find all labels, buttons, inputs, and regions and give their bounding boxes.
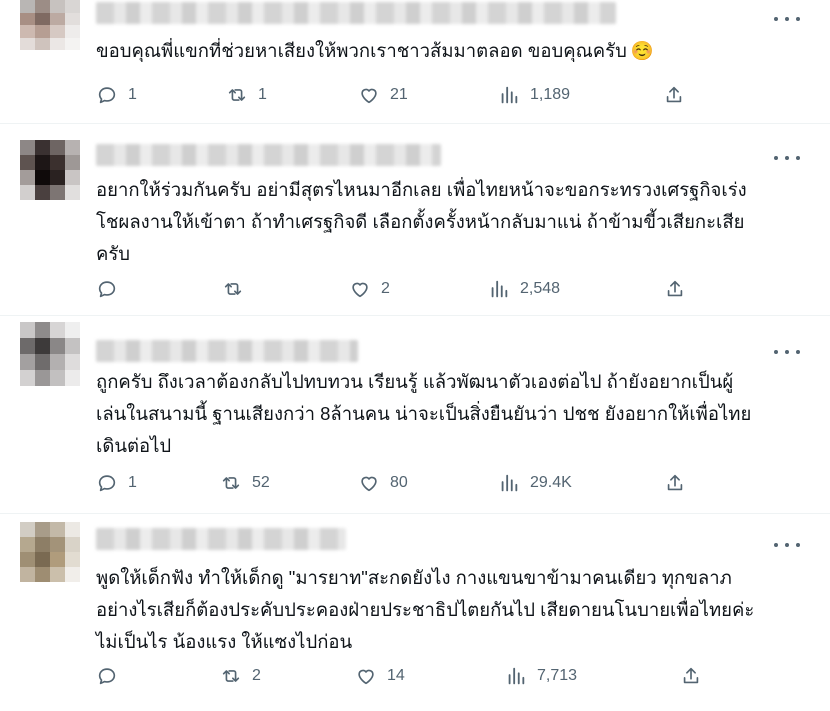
tweet-text: ขอบคุณพี่แขกที่ช่วยหาเสียงให้พวกเราชาวส้… (96, 35, 802, 67)
reply-feed: ขอบคุณพี่แขกที่ช่วยหาเสียงให้พวกเราชาวส้… (0, 0, 830, 711)
avatar[interactable] (20, 0, 80, 50)
tweet-actions: 1 1 21 1,189 (96, 83, 696, 107)
author-name-redacted (96, 2, 616, 24)
author-name-redacted (96, 340, 358, 362)
more-icon[interactable] (774, 153, 800, 163)
like-icon (352, 282, 368, 298)
reply-tweet[interactable]: ขอบคุณพี่แขกที่ช่วยหาเสียงให้พวกเราชาวส้… (0, 0, 830, 124)
views-icon (501, 474, 518, 492)
views-button[interactable]: 7,713 (505, 664, 577, 688)
reply-count: 1 (128, 86, 137, 103)
view-count: 7,713 (537, 667, 578, 684)
reply-icon (98, 475, 116, 492)
reply-icon (98, 668, 116, 685)
like-count: 80 (390, 474, 408, 491)
reply-button[interactable] (96, 277, 128, 301)
views-button[interactable]: 29.4K (498, 471, 572, 495)
like-icon (361, 88, 377, 104)
views-icon (508, 667, 525, 685)
like-icon (361, 476, 377, 492)
share-button[interactable] (664, 277, 686, 301)
like-button[interactable]: 21 (358, 83, 408, 107)
views-icon (491, 280, 508, 298)
reply-tweet[interactable]: พูดให้เด็กฟัง ทำให้เด็กดู "มารยาท"สะกดยั… (0, 514, 830, 711)
share-button[interactable] (664, 471, 686, 495)
share-button[interactable] (663, 83, 685, 107)
tweet-text: ถูกครับ ถึงเวลาต้องกลับไปทบทวน เรียนรู้ … (96, 371, 752, 456)
repost-button[interactable]: 2 (220, 664, 261, 688)
like-button[interactable]: 14 (355, 664, 405, 688)
tweet-actions: 2 14 7,713 (96, 664, 699, 688)
like-button[interactable]: 2 (349, 277, 390, 301)
repost-icon (228, 89, 246, 101)
avatar[interactable] (20, 140, 80, 200)
tweet-actions: 1 52 80 29.4K (96, 471, 696, 495)
author-name-redacted (96, 528, 346, 550)
reply-tweet[interactable]: ถูกครับ ถึงเวลาต้องกลับไปทบทวน เรียนรู้ … (0, 316, 830, 514)
repost-button[interactable]: 52 (220, 471, 270, 495)
share-icon (667, 280, 683, 297)
more-icon[interactable] (774, 347, 800, 357)
like-count: 2 (381, 280, 390, 297)
view-count: 1,189 (530, 86, 571, 103)
views-button[interactable]: 2,548 (488, 277, 560, 301)
smiling-face-emoji: ☺️ (630, 40, 654, 61)
more-icon[interactable] (774, 540, 800, 550)
repost-button[interactable] (222, 277, 254, 301)
author-name-redacted (96, 144, 441, 166)
like-count: 14 (387, 667, 405, 684)
reply-icon (98, 281, 116, 298)
views-button[interactable]: 1,189 (498, 83, 570, 107)
share-button[interactable] (680, 664, 702, 688)
like-button[interactable]: 80 (358, 471, 408, 495)
views-icon (501, 86, 518, 104)
share-icon (666, 86, 682, 103)
view-count: 2,548 (520, 280, 561, 297)
view-count: 29.4K (530, 474, 572, 491)
reply-icon (98, 87, 116, 104)
tweet-text: อยากให้ร่วมกันครับ อย่ามีสุตรไหนมาอีกเลย… (96, 179, 747, 264)
repost-count: 2 (252, 667, 261, 684)
tweet-text: พูดให้เด็กฟัง ทำให้เด็กดู "มารยาท"สะกดยั… (96, 567, 755, 652)
reply-button[interactable]: 1 (96, 471, 137, 495)
more-icon[interactable] (774, 14, 800, 24)
repost-count: 1 (258, 86, 267, 103)
repost-icon (222, 477, 240, 489)
share-icon (683, 667, 699, 684)
share-icon (667, 474, 683, 491)
avatar[interactable] (20, 522, 80, 582)
tweet-actions: 2 2,548 (96, 277, 696, 301)
repost-icon (224, 283, 242, 295)
like-icon (358, 669, 374, 685)
reply-tweet[interactable]: อยากให้ร่วมกันครับ อย่ามีสุตรไหนมาอีกเลย… (0, 124, 830, 316)
reply-count: 1 (128, 474, 137, 491)
repost-button[interactable]: 1 (226, 83, 267, 107)
like-count: 21 (390, 86, 408, 103)
repost-icon (222, 670, 240, 682)
reply-button[interactable] (96, 664, 128, 688)
avatar[interactable] (20, 322, 80, 386)
repost-count: 52 (252, 474, 270, 491)
reply-button[interactable]: 1 (96, 83, 137, 107)
